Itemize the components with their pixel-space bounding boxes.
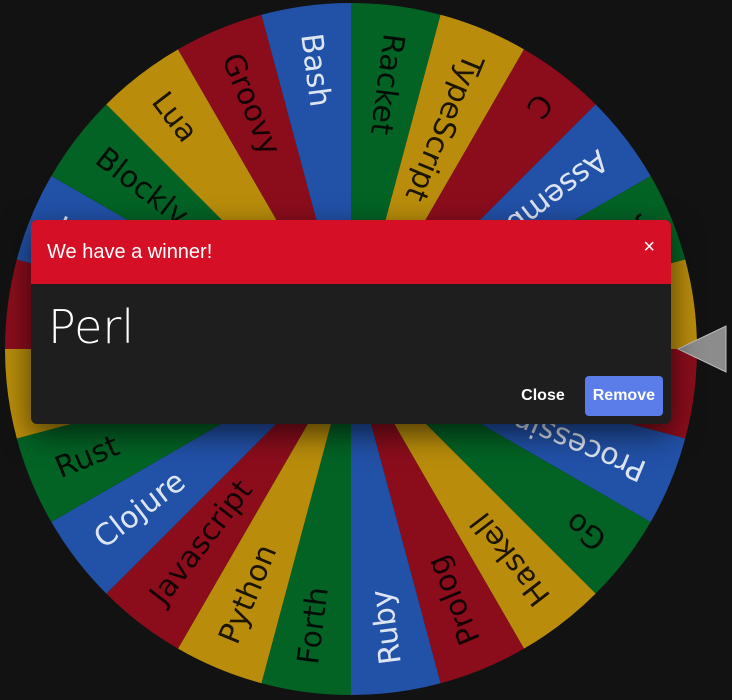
winner-dialog: We have a winner! × Perl Close Remove <box>31 220 671 424</box>
dialog-header: We have a winner! × <box>31 220 671 284</box>
dialog-actions: Close Remove <box>513 376 663 416</box>
close-button[interactable]: Close <box>513 377 573 415</box>
remove-button[interactable]: Remove <box>584 376 663 416</box>
winner-name: Perl <box>48 300 135 354</box>
dialog-title: We have a winner! <box>47 240 213 263</box>
close-icon[interactable]: × <box>643 237 655 257</box>
